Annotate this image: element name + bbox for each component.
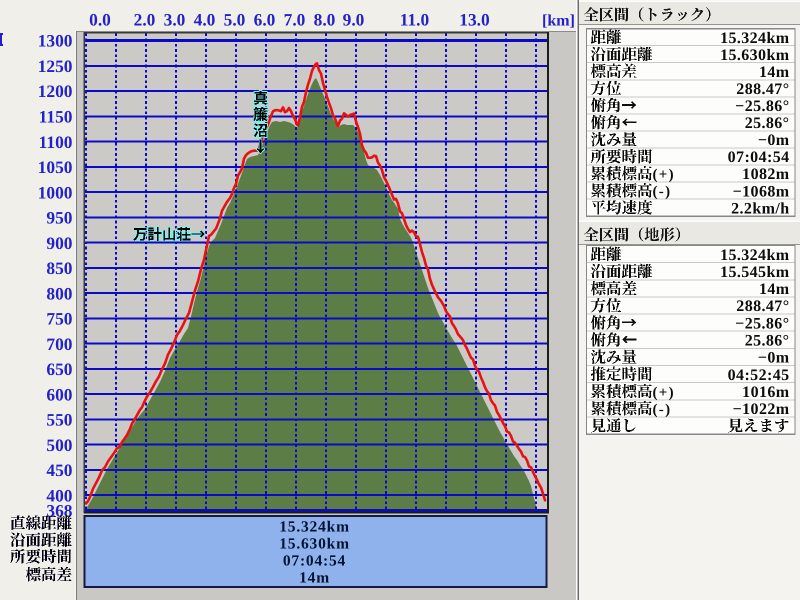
svg-text:1150: 1150 xyxy=(39,107,73,127)
svg-text:288.47°: 288.47° xyxy=(736,298,789,315)
svg-text:1000: 1000 xyxy=(38,182,73,202)
svg-text:04:52:45: 04:52:45 xyxy=(728,367,790,384)
svg-text:(+): (+) xyxy=(653,167,675,183)
svg-text:15.630km: 15.630km xyxy=(279,536,350,553)
svg-text:[km]: [km] xyxy=(542,13,575,30)
svg-text:25.86°: 25.86° xyxy=(745,333,790,350)
svg-text:800: 800 xyxy=(46,283,72,303)
svg-text:650: 650 xyxy=(46,359,72,379)
svg-text:−25.86°: −25.86° xyxy=(735,315,789,332)
svg-text:−1068m: −1068m xyxy=(733,183,790,200)
svg-text:750: 750 xyxy=(46,309,72,329)
svg-text:13.0: 13.0 xyxy=(459,10,490,30)
svg-text:2.0: 2.0 xyxy=(134,10,156,30)
svg-text:15.324km: 15.324km xyxy=(279,519,350,536)
svg-text:8.0: 8.0 xyxy=(314,10,336,30)
svg-text:5.0: 5.0 xyxy=(224,10,246,30)
svg-text:1300: 1300 xyxy=(38,31,73,51)
svg-text:550: 550 xyxy=(46,410,72,430)
svg-text:15.545km: 15.545km xyxy=(720,264,790,281)
svg-text:1016m: 1016m xyxy=(742,384,790,401)
svg-text:11.0: 11.0 xyxy=(400,10,430,30)
svg-text:07:04:54: 07:04:54 xyxy=(728,149,790,166)
svg-text:15.324km: 15.324km xyxy=(720,247,790,264)
svg-text:−25.86°: −25.86° xyxy=(735,98,789,115)
svg-text:450: 450 xyxy=(46,460,72,480)
svg-text:1200: 1200 xyxy=(38,81,73,101)
svg-text:15.630km: 15.630km xyxy=(720,47,790,64)
svg-text:600: 600 xyxy=(46,384,72,404)
svg-text:1082m: 1082m xyxy=(742,166,790,183)
svg-text:500: 500 xyxy=(46,435,72,455)
svg-text:9.0: 9.0 xyxy=(343,10,365,30)
svg-text:7.0: 7.0 xyxy=(284,10,306,30)
svg-text:14m: 14m xyxy=(759,64,790,81)
svg-text:1050: 1050 xyxy=(38,157,73,177)
svg-text:1100: 1100 xyxy=(39,132,73,152)
svg-text:1250: 1250 xyxy=(38,56,73,76)
svg-text:(-): (-) xyxy=(653,402,672,418)
svg-text:14m: 14m xyxy=(759,281,790,298)
svg-text:(-): (-) xyxy=(653,184,672,200)
svg-text:15.324km: 15.324km xyxy=(720,30,790,47)
svg-text:6.0: 6.0 xyxy=(254,10,276,30)
svg-text:−1022m: −1022m xyxy=(733,401,790,418)
svg-text:2.2km/h: 2.2km/h xyxy=(731,200,789,217)
svg-text:07:04:54: 07:04:54 xyxy=(283,553,346,570)
svg-text:3.0: 3.0 xyxy=(164,10,186,30)
svg-text:850: 850 xyxy=(46,258,72,278)
svg-text:4.0: 4.0 xyxy=(194,10,216,30)
svg-text:14m: 14m xyxy=(299,570,330,587)
svg-text:0.0: 0.0 xyxy=(89,10,111,30)
svg-text:−0m: −0m xyxy=(758,132,790,149)
svg-text:25.86°: 25.86° xyxy=(745,115,790,132)
svg-text:700: 700 xyxy=(46,334,72,354)
svg-text:(+): (+) xyxy=(653,385,675,401)
svg-text:−0m: −0m xyxy=(758,350,790,367)
svg-text:288.47°: 288.47° xyxy=(736,81,789,98)
svg-text:950: 950 xyxy=(46,208,72,228)
svg-text:900: 900 xyxy=(46,233,72,253)
